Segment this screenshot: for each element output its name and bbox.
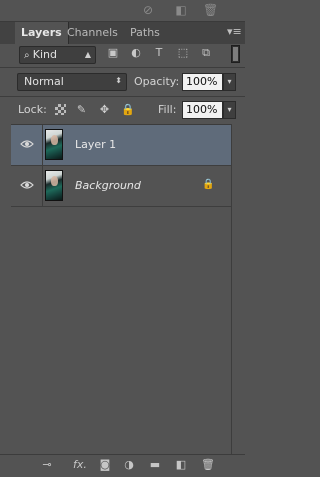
layers-list: Layer 1 Background 🔒	[11, 124, 231, 455]
opacity-input[interactable]: 100%	[182, 73, 223, 91]
visibility-cell[interactable]	[11, 125, 43, 165]
layer-name[interactable]: Layer 1	[75, 138, 116, 151]
fx-icon[interactable]: fx.	[70, 458, 90, 472]
adjustment-icon[interactable]: ◑	[122, 458, 136, 472]
filter-kind-label: Kind	[32, 48, 58, 61]
trash-icon[interactable]: 🗑	[203, 3, 218, 17]
fill-dropdown-button[interactable]: ▾	[223, 101, 236, 119]
new-page-icon[interactable]: ◧	[174, 3, 188, 17]
layer-thumbnail[interactable]	[45, 129, 63, 160]
layer-thumbnail[interactable]	[45, 170, 63, 201]
eye-icon	[20, 181, 34, 189]
layer-lock-icon: 🔒	[202, 179, 215, 190]
trash-icon[interactable]: 🗑	[201, 458, 215, 472]
lock-position-move-icon[interactable]: ✥	[98, 103, 111, 116]
tab-channels[interactable]: Channels	[61, 22, 124, 44]
lock-all-icon[interactable]: 🔒	[121, 103, 135, 116]
fill-input[interactable]: 100%	[182, 101, 223, 119]
lock-label: Lock:	[18, 103, 47, 116]
opacity-dropdown-button[interactable]: ▾	[223, 73, 236, 91]
folder-icon[interactable]: ▬	[148, 458, 162, 472]
smart-object-filter-icon[interactable]: ⧉	[199, 46, 213, 60]
image-filter-icon[interactable]: ▣	[106, 46, 120, 60]
layer-row[interactable]: Background 🔒	[11, 166, 231, 207]
panel-top-strip: ⊘ ◧ 🗑	[0, 0, 245, 22]
type-filter-icon[interactable]: T	[152, 46, 166, 60]
divider	[0, 96, 245, 97]
adjustment-filter-icon[interactable]: ◐	[129, 46, 143, 60]
panel-menu-icon[interactable]: ▾≡	[227, 26, 242, 38]
visibility-cell[interactable]	[11, 166, 43, 206]
tab-paths[interactable]: Paths	[124, 22, 166, 44]
select-caret-icon: ▲	[84, 50, 91, 59]
filter-kind-select[interactable]: ⌕ Kind ▲	[19, 46, 96, 64]
select-caret-icon: ⬍	[115, 76, 122, 85]
layer-row[interactable]: Layer 1	[11, 125, 231, 166]
mask-icon[interactable]: ◙	[98, 458, 112, 472]
shape-filter-icon[interactable]: ⬚	[176, 46, 190, 60]
toggle-knob	[233, 47, 238, 61]
lock-transparency-icon[interactable]	[55, 104, 66, 115]
new-layer-icon[interactable]: ◧	[174, 458, 188, 472]
lock-paint-brush-icon[interactable]: ✎	[75, 103, 88, 116]
blend-mode-select[interactable]: Normal ⬍	[17, 73, 127, 91]
panel-tab-bar: Layers Channels Paths ▾≡	[0, 22, 245, 45]
filter-toggle-switch[interactable]	[231, 45, 240, 63]
search-icon: ⌕	[24, 50, 33, 61]
divider	[0, 67, 245, 68]
layer-name[interactable]: Background	[75, 179, 141, 192]
link-icon[interactable]: ⊸	[40, 458, 54, 472]
opacity-label: Opacity:	[134, 75, 180, 88]
fill-label: Fill:	[158, 103, 177, 116]
eye-icon	[20, 140, 34, 148]
blend-mode-value: Normal	[24, 75, 64, 88]
layers-scroll-area[interactable]	[231, 124, 246, 454]
no-symbol-icon[interactable]: ⊘	[141, 3, 155, 17]
